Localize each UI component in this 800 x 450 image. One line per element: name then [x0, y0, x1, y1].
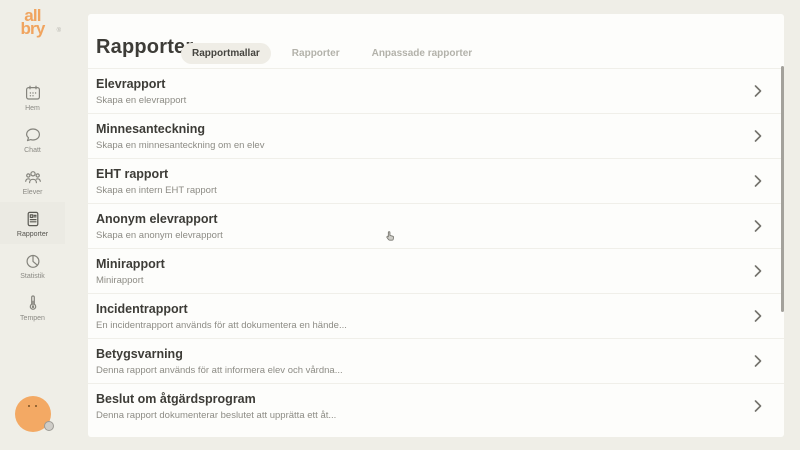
home-icon	[23, 83, 43, 103]
mouse-cursor	[384, 229, 397, 243]
app-logo-line2: bry	[0, 22, 65, 35]
report-description: Minirapport	[96, 275, 144, 286]
report-template-row[interactable]: Incidentrapport En incidentrapport använ…	[88, 294, 784, 339]
sidebar: all bry ® Hem Chatt Elever Rapporter Sta…	[0, 0, 65, 450]
report-template-row[interactable]: Beslut om åtgärdsprogram Denna rapport d…	[88, 384, 784, 429]
mascot-eye	[28, 405, 30, 407]
report-template-row[interactable]: Minirapport Minirapport	[88, 249, 784, 294]
chevron-right-icon	[754, 175, 762, 187]
sidebar-item-label: Elever	[23, 189, 43, 196]
tab-bar: Rapportmallar Rapporter Anpassade rappor…	[181, 43, 483, 64]
sidebar-item-chatt[interactable]: Chatt	[0, 118, 65, 160]
chevron-right-icon	[754, 310, 762, 322]
sidebar-item-label: Chatt	[24, 147, 41, 154]
chevron-right-icon	[754, 130, 762, 142]
report-template-row[interactable]: Betygsvarning Denna rapport används för …	[88, 339, 784, 384]
reports-panel: Rapporter Rapportmallar Rapporter Anpass…	[88, 14, 784, 437]
mascot-avatar[interactable]	[15, 396, 51, 432]
tab-anpassade-rapporter[interactable]: Anpassade rapporter	[361, 43, 484, 64]
chevron-right-icon	[754, 220, 762, 232]
chat-icon	[23, 125, 43, 145]
tab-rapporter[interactable]: Rapporter	[281, 43, 351, 64]
thermometer-icon	[23, 293, 43, 313]
sidebar-item-tempen[interactable]: Tempen	[0, 286, 65, 328]
report-template-row[interactable]: EHT rapport Skapa en intern EHT rapport	[88, 159, 784, 204]
pie-chart-icon	[23, 251, 43, 271]
sidebar-item-elever[interactable]: Elever	[0, 160, 65, 202]
sidebar-item-label: Tempen	[20, 315, 45, 322]
students-icon	[23, 167, 43, 187]
report-icon	[23, 209, 43, 229]
registered-trademark: ®	[57, 25, 61, 38]
chevron-right-icon	[754, 355, 762, 367]
tab-rapportmallar[interactable]: Rapportmallar	[181, 43, 271, 64]
report-title: EHT rapport	[96, 167, 168, 181]
report-description: Denna rapport används för att informera …	[96, 365, 343, 376]
report-title: Anonym elevrapport	[96, 212, 218, 226]
chevron-right-icon	[754, 265, 762, 277]
report-template-row[interactable]: Anonym elevrapport Skapa en anonym elevr…	[88, 204, 784, 249]
sidebar-item-label: Statistik	[20, 273, 45, 280]
report-title: Minirapport	[96, 257, 165, 271]
sidebar-item-rapporter[interactable]: Rapporter	[0, 202, 65, 244]
report-title: Minnesanteckning	[96, 122, 205, 136]
sidebar-item-label: Rapporter	[17, 231, 48, 238]
page-title: Rapporter	[96, 36, 193, 59]
sidebar-nav: Hem Chatt Elever Rapporter Statistik Tem…	[0, 76, 65, 328]
chevron-right-icon	[754, 400, 762, 412]
report-description: Skapa en intern EHT rapport	[96, 185, 217, 196]
sidebar-item-label: Hem	[25, 105, 40, 112]
report-template-row[interactable]: Elevrapport Skapa en elevrapport	[88, 69, 784, 114]
mascot-badge	[44, 421, 54, 431]
report-title: Betygsvarning	[96, 347, 183, 361]
report-title: Elevrapport	[96, 77, 165, 91]
report-template-row[interactable]: Minnesanteckning Skapa en minnesanteckni…	[88, 114, 784, 159]
app-logo: all bry ®	[0, 9, 65, 35]
report-title: Beslut om åtgärdsprogram	[96, 392, 256, 406]
report-description: Skapa en minnesanteckning om en elev	[96, 140, 264, 151]
report-template-list: Elevrapport Skapa en elevrapport Minnesa…	[88, 68, 784, 429]
chevron-right-icon	[754, 85, 762, 97]
report-description: Skapa en elevrapport	[96, 95, 186, 106]
report-description: Denna rapport dokumenterar beslutet att …	[96, 410, 336, 421]
mascot-eye	[35, 405, 37, 407]
sidebar-item-statistik[interactable]: Statistik	[0, 244, 65, 286]
report-title: Incidentrapport	[96, 302, 188, 316]
sidebar-item-hem[interactable]: Hem	[0, 76, 65, 118]
report-description: En incidentrapport används för att dokum…	[96, 320, 347, 331]
scrollbar-thumb[interactable]	[781, 66, 784, 312]
report-description: Skapa en anonym elevrapport	[96, 230, 223, 241]
